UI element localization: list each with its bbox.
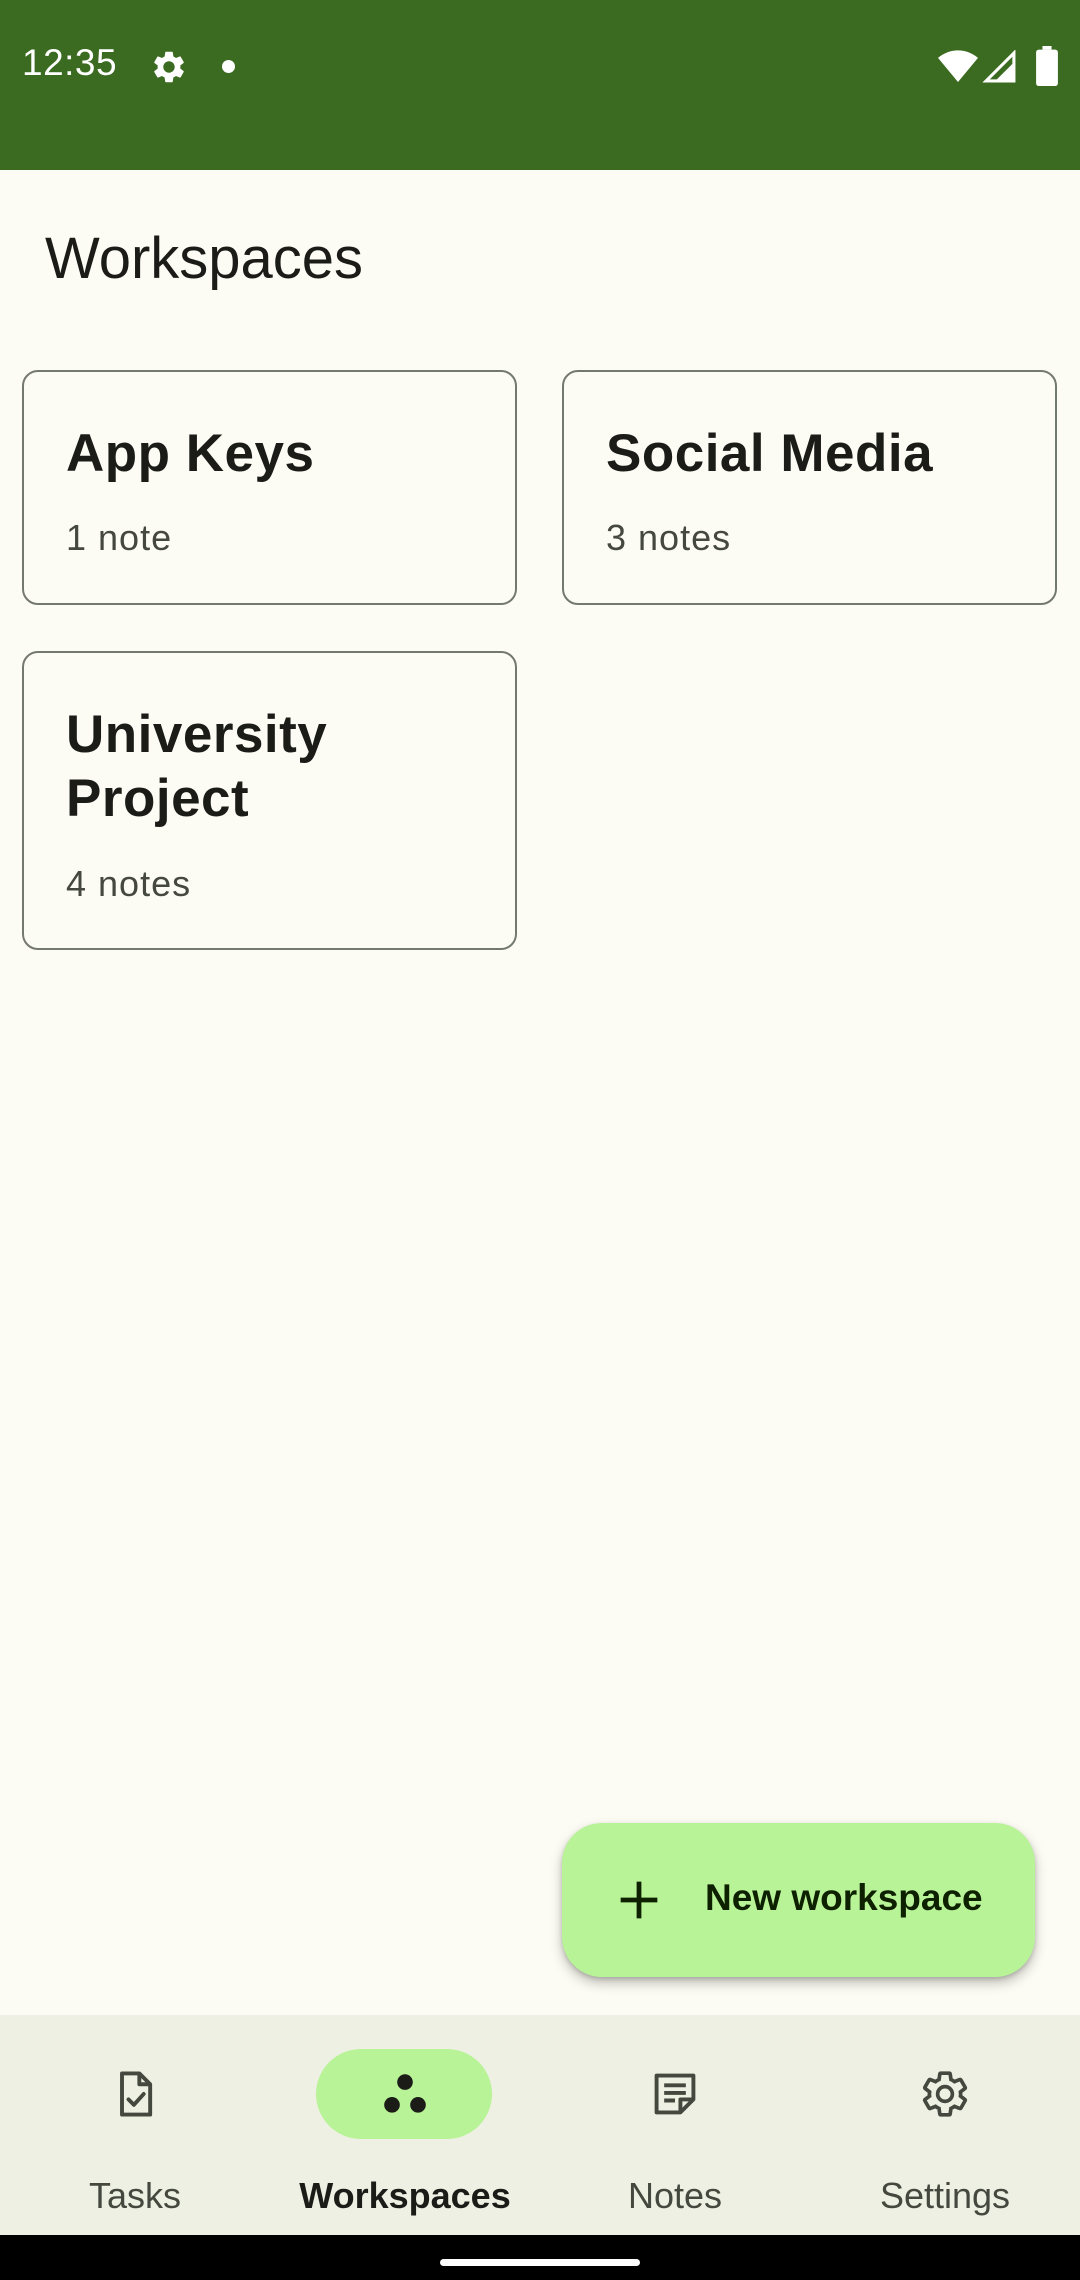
workspace-note-count: 4 notes	[66, 863, 192, 904]
nav-item-settings[interactable]: Settings	[810, 2015, 1080, 2235]
status-bar: 12:35	[0, 0, 1080, 170]
task-file-icon	[120, 2071, 153, 2117]
workspace-name: App Keys	[66, 424, 315, 483]
gear-icon	[922, 2071, 968, 2117]
workspace-name: Social Media	[606, 424, 934, 483]
nav-item-notes[interactable]: Notes	[540, 2015, 810, 2235]
notification-dot-icon	[222, 60, 235, 73]
bottom-navigation: Tasks Workspaces Notes Settings	[0, 2015, 1080, 2235]
new-workspace-button[interactable]: New workspace	[562, 1823, 1035, 1977]
workspaces-icon	[384, 2074, 426, 2113]
system-navigation-bar	[0, 2235, 1080, 2280]
screen: 12:35 Workspaces App Keys 1 note Social …	[0, 0, 1080, 2280]
gear-icon	[154, 51, 184, 83]
page-title: Workspaces	[45, 226, 364, 291]
workspace-name: University Project	[66, 705, 328, 828]
workspace-card-social-media[interactable]: Social Media 3 notes	[562, 370, 1057, 605]
home-gesture-handle[interactable]	[440, 2259, 640, 2266]
battery-icon	[1036, 46, 1058, 86]
nav-label-notes: Notes	[627, 2175, 723, 2216]
nav-item-tasks[interactable]: Tasks	[0, 2015, 270, 2235]
signal-icon	[982, 50, 1016, 83]
notes-icon	[654, 2073, 696, 2115]
wifi-icon	[938, 50, 978, 82]
workspace-card-university-project[interactable]: University Project 4 notes	[22, 651, 517, 950]
workspace-note-count: 1 note	[66, 517, 173, 558]
nav-item-workspaces[interactable]: Workspaces	[270, 2015, 540, 2235]
new-workspace-label: New workspace	[705, 1877, 983, 1918]
workspace-card-app-keys[interactable]: App Keys 1 note	[22, 370, 517, 605]
plus-icon	[620, 1881, 658, 1919]
workspace-note-count: 3 notes	[606, 517, 732, 558]
nav-label-workspaces: Workspaces	[299, 2175, 511, 2216]
status-time: 12:35	[22, 42, 118, 83]
nav-label-settings: Settings	[879, 2175, 1011, 2216]
nav-label-tasks: Tasks	[88, 2175, 182, 2216]
